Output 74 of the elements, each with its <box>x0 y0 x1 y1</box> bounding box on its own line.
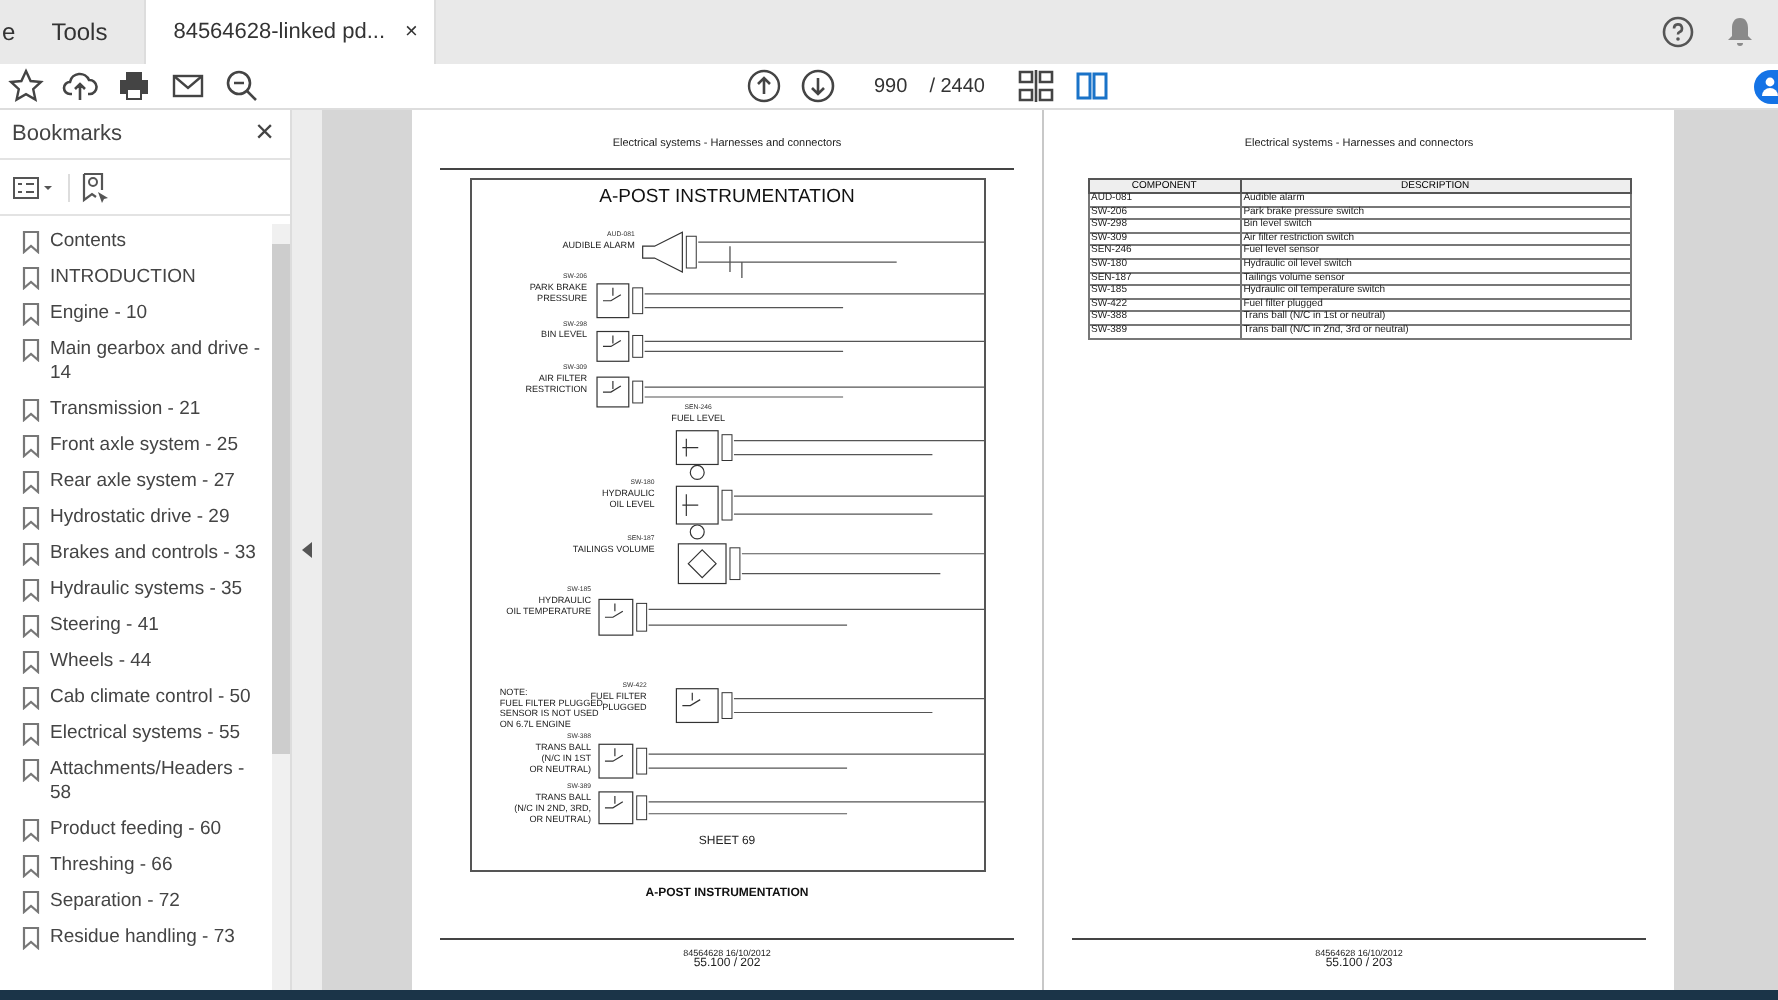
bookmark-item[interactable]: Brakes and controls - 33 <box>0 536 272 572</box>
bookmark-item[interactable]: Product feeding - 60 <box>0 812 272 848</box>
bookmark-icon <box>22 758 40 782</box>
switch-symbol <box>595 283 643 319</box>
search-icon[interactable] <box>224 68 260 104</box>
bookmark-item[interactable]: Steering - 41 <box>0 608 272 644</box>
person-icon <box>1760 76 1778 96</box>
tab[interactable]: Tools <box>51 0 144 64</box>
help-icon[interactable] <box>1662 16 1694 48</box>
bookmark-icon <box>22 302 40 326</box>
cloud-upload-icon[interactable] <box>62 68 98 104</box>
bookmark-item[interactable]: Hydraulic systems - 35 <box>0 572 272 608</box>
bookmark-item[interactable]: Attachments/Headers - 58 <box>0 752 272 812</box>
bookmark-icon <box>22 650 40 674</box>
bookmark-item[interactable]: INTRODUCTION <box>0 260 272 296</box>
bookmark-icon <box>22 686 40 710</box>
collapse-panel-icon[interactable] <box>302 542 312 558</box>
bookmark-icon <box>22 542 40 566</box>
bookmark-item[interactable]: Cab climate control - 50 <box>0 680 272 716</box>
bookmark-icon <box>22 926 40 950</box>
two-page-icon[interactable] <box>1073 68 1109 104</box>
switch-symbol <box>597 791 647 825</box>
bookmark-icon <box>22 434 40 458</box>
alarm-horn-symbol <box>641 231 696 273</box>
tab[interactable]: 84564628-linked pd... × <box>143 0 436 64</box>
bookmark-icon <box>22 890 40 914</box>
bookmark-icon <box>22 398 40 422</box>
tab[interactable]: e <box>0 0 52 64</box>
page-number-field[interactable]: 990 <box>870 75 912 97</box>
print-icon[interactable] <box>116 68 152 104</box>
bus-line <box>728 245 742 279</box>
diagram-title: A-POST INSTRUMENTATION <box>599 186 855 208</box>
bookmark-icon <box>22 614 40 638</box>
bookmark-icon <box>22 266 40 290</box>
bookmark-item[interactable]: Wheels - 44 <box>0 644 272 680</box>
arrow-up-icon[interactable] <box>746 68 782 104</box>
close-icon[interactable]: × <box>255 116 274 152</box>
bookmark-item[interactable]: Rear axle system - 27 <box>0 464 272 500</box>
bookmark-icon <box>22 230 40 254</box>
bookmark-item[interactable]: Electrical systems - 55 <box>0 716 272 752</box>
grid-icon[interactable] <box>1015 68 1055 104</box>
sensor-symbol <box>674 430 732 480</box>
bookmark-item[interactable]: Transmission - 21 <box>0 392 272 428</box>
bookmark-icon <box>22 470 40 494</box>
switch-symbol <box>597 598 647 636</box>
bookmark-item[interactable]: Contents <box>0 224 272 260</box>
bookmark-icon <box>22 578 40 602</box>
switch-symbol <box>597 743 647 779</box>
bookmark-icon <box>22 506 40 530</box>
bookmark-icon <box>22 338 40 362</box>
switch-symbol <box>674 688 732 724</box>
bookmark-item[interactable]: Main gearbox and drive - 14 <box>0 332 272 392</box>
bookmark-item[interactable]: Threshing - 66 <box>0 848 272 884</box>
bookmark-item[interactable]: Front axle system - 25 <box>0 428 272 464</box>
sensor-symbol <box>674 485 732 540</box>
bookmark-icon <box>22 818 40 842</box>
bridge-sensor-symbol <box>676 543 740 585</box>
bookmark-icon <box>22 854 40 878</box>
bell-icon[interactable] <box>1726 16 1754 48</box>
options-menu-icon[interactable] <box>12 175 56 199</box>
arrow-down-icon[interactable] <box>800 68 836 104</box>
panel-title: Bookmarks <box>12 122 123 146</box>
switch-symbol <box>595 330 643 362</box>
bookmark-item[interactable]: Engine - 10 <box>0 296 272 332</box>
switch-symbol <box>595 376 643 408</box>
bookmark-item[interactable]: Residue handling - 73 <box>0 920 272 956</box>
page-total: / 2440 <box>929 75 985 97</box>
bookmark-item[interactable]: Separation - 72 <box>0 884 272 920</box>
bookmark-search-icon[interactable] <box>82 171 110 203</box>
bookmark-icon <box>22 722 40 746</box>
close-tab-icon[interactable]: × <box>405 20 418 44</box>
star-icon[interactable] <box>8 68 44 104</box>
bookmark-item[interactable]: Hydrostatic drive - 29 <box>0 500 272 536</box>
scrollbar[interactable] <box>272 224 290 990</box>
